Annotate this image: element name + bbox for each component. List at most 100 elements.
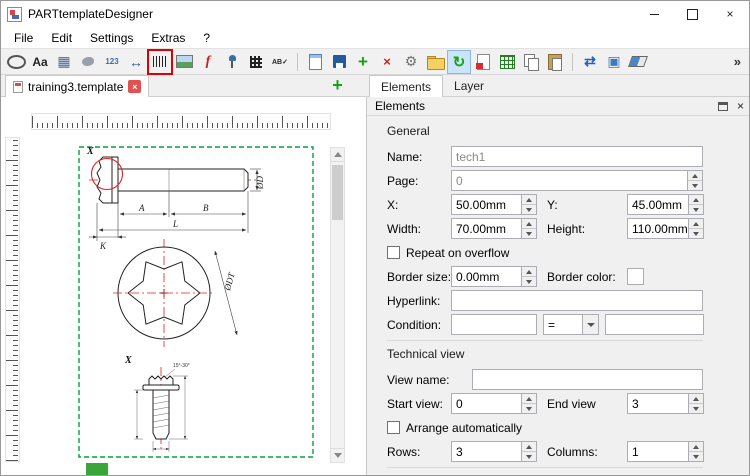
border-size-spin-down[interactable] — [522, 276, 536, 286]
maximize-button[interactable] — [673, 1, 711, 27]
border-size-input[interactable]: 0.00mm — [451, 266, 537, 287]
open-icon[interactable] — [424, 51, 446, 73]
menu-settings[interactable]: Settings — [81, 27, 142, 48]
scroll-thumb[interactable] — [332, 165, 343, 220]
swap-arrows-icon[interactable]: ⇄ — [579, 51, 601, 73]
y-input[interactable]: 45.00mm — [627, 194, 704, 215]
rows-input[interactable]: 3 — [451, 441, 537, 462]
x-input[interactable]: 50.00mm — [451, 194, 537, 215]
toolbar-overflow-icon[interactable]: » — [729, 54, 746, 69]
scroll-down-icon[interactable] — [331, 448, 344, 462]
page-marker[interactable] — [86, 463, 108, 476]
paste-icon[interactable] — [544, 51, 566, 73]
add-template-button[interactable]: + — [328, 76, 347, 95]
name-input[interactable]: tech1 — [451, 146, 703, 167]
page-spin-down[interactable] — [688, 180, 702, 190]
height-input[interactable]: 110.00mm — [627, 218, 704, 239]
width-spin-up[interactable] — [522, 219, 536, 228]
copy-icon[interactable] — [520, 51, 542, 73]
repeat-on-overflow-checkbox[interactable] — [387, 246, 400, 259]
rows-spin-up[interactable] — [522, 442, 536, 451]
columns-spin-down[interactable] — [689, 451, 703, 461]
panel-header: Elements × — [367, 97, 750, 116]
table-export-icon[interactable] — [496, 51, 518, 73]
settings-icon[interactable]: ⚙ — [400, 51, 422, 73]
number-field-icon[interactable]: 123 — [101, 51, 123, 73]
pdf-export-icon[interactable] — [472, 51, 494, 73]
formula-icon[interactable]: f — [197, 51, 219, 73]
table-icon[interactable]: ▦ — [53, 51, 75, 73]
height-spin-down[interactable] — [689, 228, 703, 238]
fit-view-icon[interactable]: ▣ — [603, 51, 625, 73]
canvas-vertical-scrollbar[interactable] — [330, 147, 345, 463]
border-size-spin-up[interactable] — [522, 267, 536, 276]
end-view-input[interactable]: 3 — [627, 393, 704, 414]
menu-edit[interactable]: Edit — [42, 27, 81, 48]
page-spinner[interactable] — [687, 171, 702, 190]
border-size-spinner[interactable] — [521, 267, 536, 286]
save-icon[interactable] — [328, 51, 350, 73]
start-view-spin-down[interactable] — [522, 403, 536, 413]
width-spin-down[interactable] — [522, 228, 536, 238]
rows-spin-down[interactable] — [522, 451, 536, 461]
page-spin-up[interactable] — [688, 171, 702, 180]
start-view-input[interactable]: 0 — [451, 393, 537, 414]
y-spin-down[interactable] — [689, 204, 703, 214]
add-icon[interactable]: + — [352, 51, 374, 73]
checkbox-field-icon[interactable]: AB✓ — [269, 51, 291, 73]
condition-value-input[interactable] — [605, 314, 704, 335]
close-button[interactable]: × — [711, 1, 749, 27]
menu-extras[interactable]: Extras — [142, 27, 194, 48]
columns-spin-up[interactable] — [689, 442, 703, 451]
end-view-spin-down[interactable] — [689, 403, 703, 413]
dim-label-a: A — [138, 203, 145, 213]
refresh-icon[interactable]: ↻ — [448, 51, 470, 73]
scroll-up-icon[interactable] — [331, 148, 344, 162]
ellipse-icon[interactable] — [5, 51, 27, 73]
condition-operator-select[interactable]: = — [543, 314, 599, 335]
hyperlink-input[interactable] — [451, 290, 703, 311]
y-spin-up[interactable] — [689, 195, 703, 204]
x-spin-up[interactable] — [522, 195, 536, 204]
end-view-spinner[interactable] — [688, 394, 703, 413]
design-canvas[interactable]: X ØD A B L K — [1, 97, 366, 476]
qrcode-icon[interactable] — [245, 51, 267, 73]
tab-layer[interactable]: Layer — [443, 75, 495, 97]
dimension-icon[interactable]: ↔ — [125, 51, 147, 73]
height-spin-up[interactable] — [689, 219, 703, 228]
pin-icon[interactable] — [221, 51, 243, 73]
menu-file[interactable]: File — [5, 27, 42, 48]
tab-elements[interactable]: Elements — [369, 75, 443, 97]
x-spinner[interactable] — [521, 195, 536, 214]
document-tab[interactable]: training3.template × — [5, 75, 149, 97]
end-view-spin-up[interactable] — [689, 394, 703, 403]
float-panel-icon[interactable] — [718, 102, 728, 111]
minimize-button[interactable] — [635, 1, 673, 27]
width-input[interactable]: 70.00mm — [451, 218, 537, 239]
image-icon[interactable] — [173, 51, 195, 73]
arrange-automatically-checkbox[interactable] — [387, 421, 400, 434]
y-spinner[interactable] — [688, 195, 703, 214]
start-view-spinner[interactable] — [521, 394, 536, 413]
chevron-down-icon[interactable] — [582, 315, 598, 334]
page-input[interactable]: 0 — [451, 170, 703, 191]
height-spinner[interactable] — [688, 219, 703, 238]
delete-icon[interactable]: × — [376, 51, 398, 73]
new-document-icon[interactable] — [304, 51, 326, 73]
x-spin-down[interactable] — [522, 204, 536, 214]
close-panel-icon[interactable]: × — [737, 100, 744, 112]
condition-input[interactable] — [451, 314, 537, 335]
columns-input[interactable]: 1 — [627, 441, 704, 462]
view-name-input[interactable] — [472, 369, 703, 390]
columns-spinner[interactable] — [688, 442, 703, 461]
rows-spinner[interactable] — [521, 442, 536, 461]
close-tab-icon[interactable]: × — [128, 80, 141, 93]
menu-help[interactable]: ? — [194, 27, 219, 48]
border-color-swatch[interactable] — [627, 268, 644, 285]
eraser-icon[interactable] — [627, 51, 649, 73]
width-spinner[interactable] — [521, 219, 536, 238]
text-icon[interactable]: Aa — [29, 51, 51, 73]
barcode-icon[interactable] — [149, 51, 171, 73]
sketch-icon[interactable] — [77, 51, 99, 73]
start-view-spin-up[interactable] — [522, 394, 536, 403]
